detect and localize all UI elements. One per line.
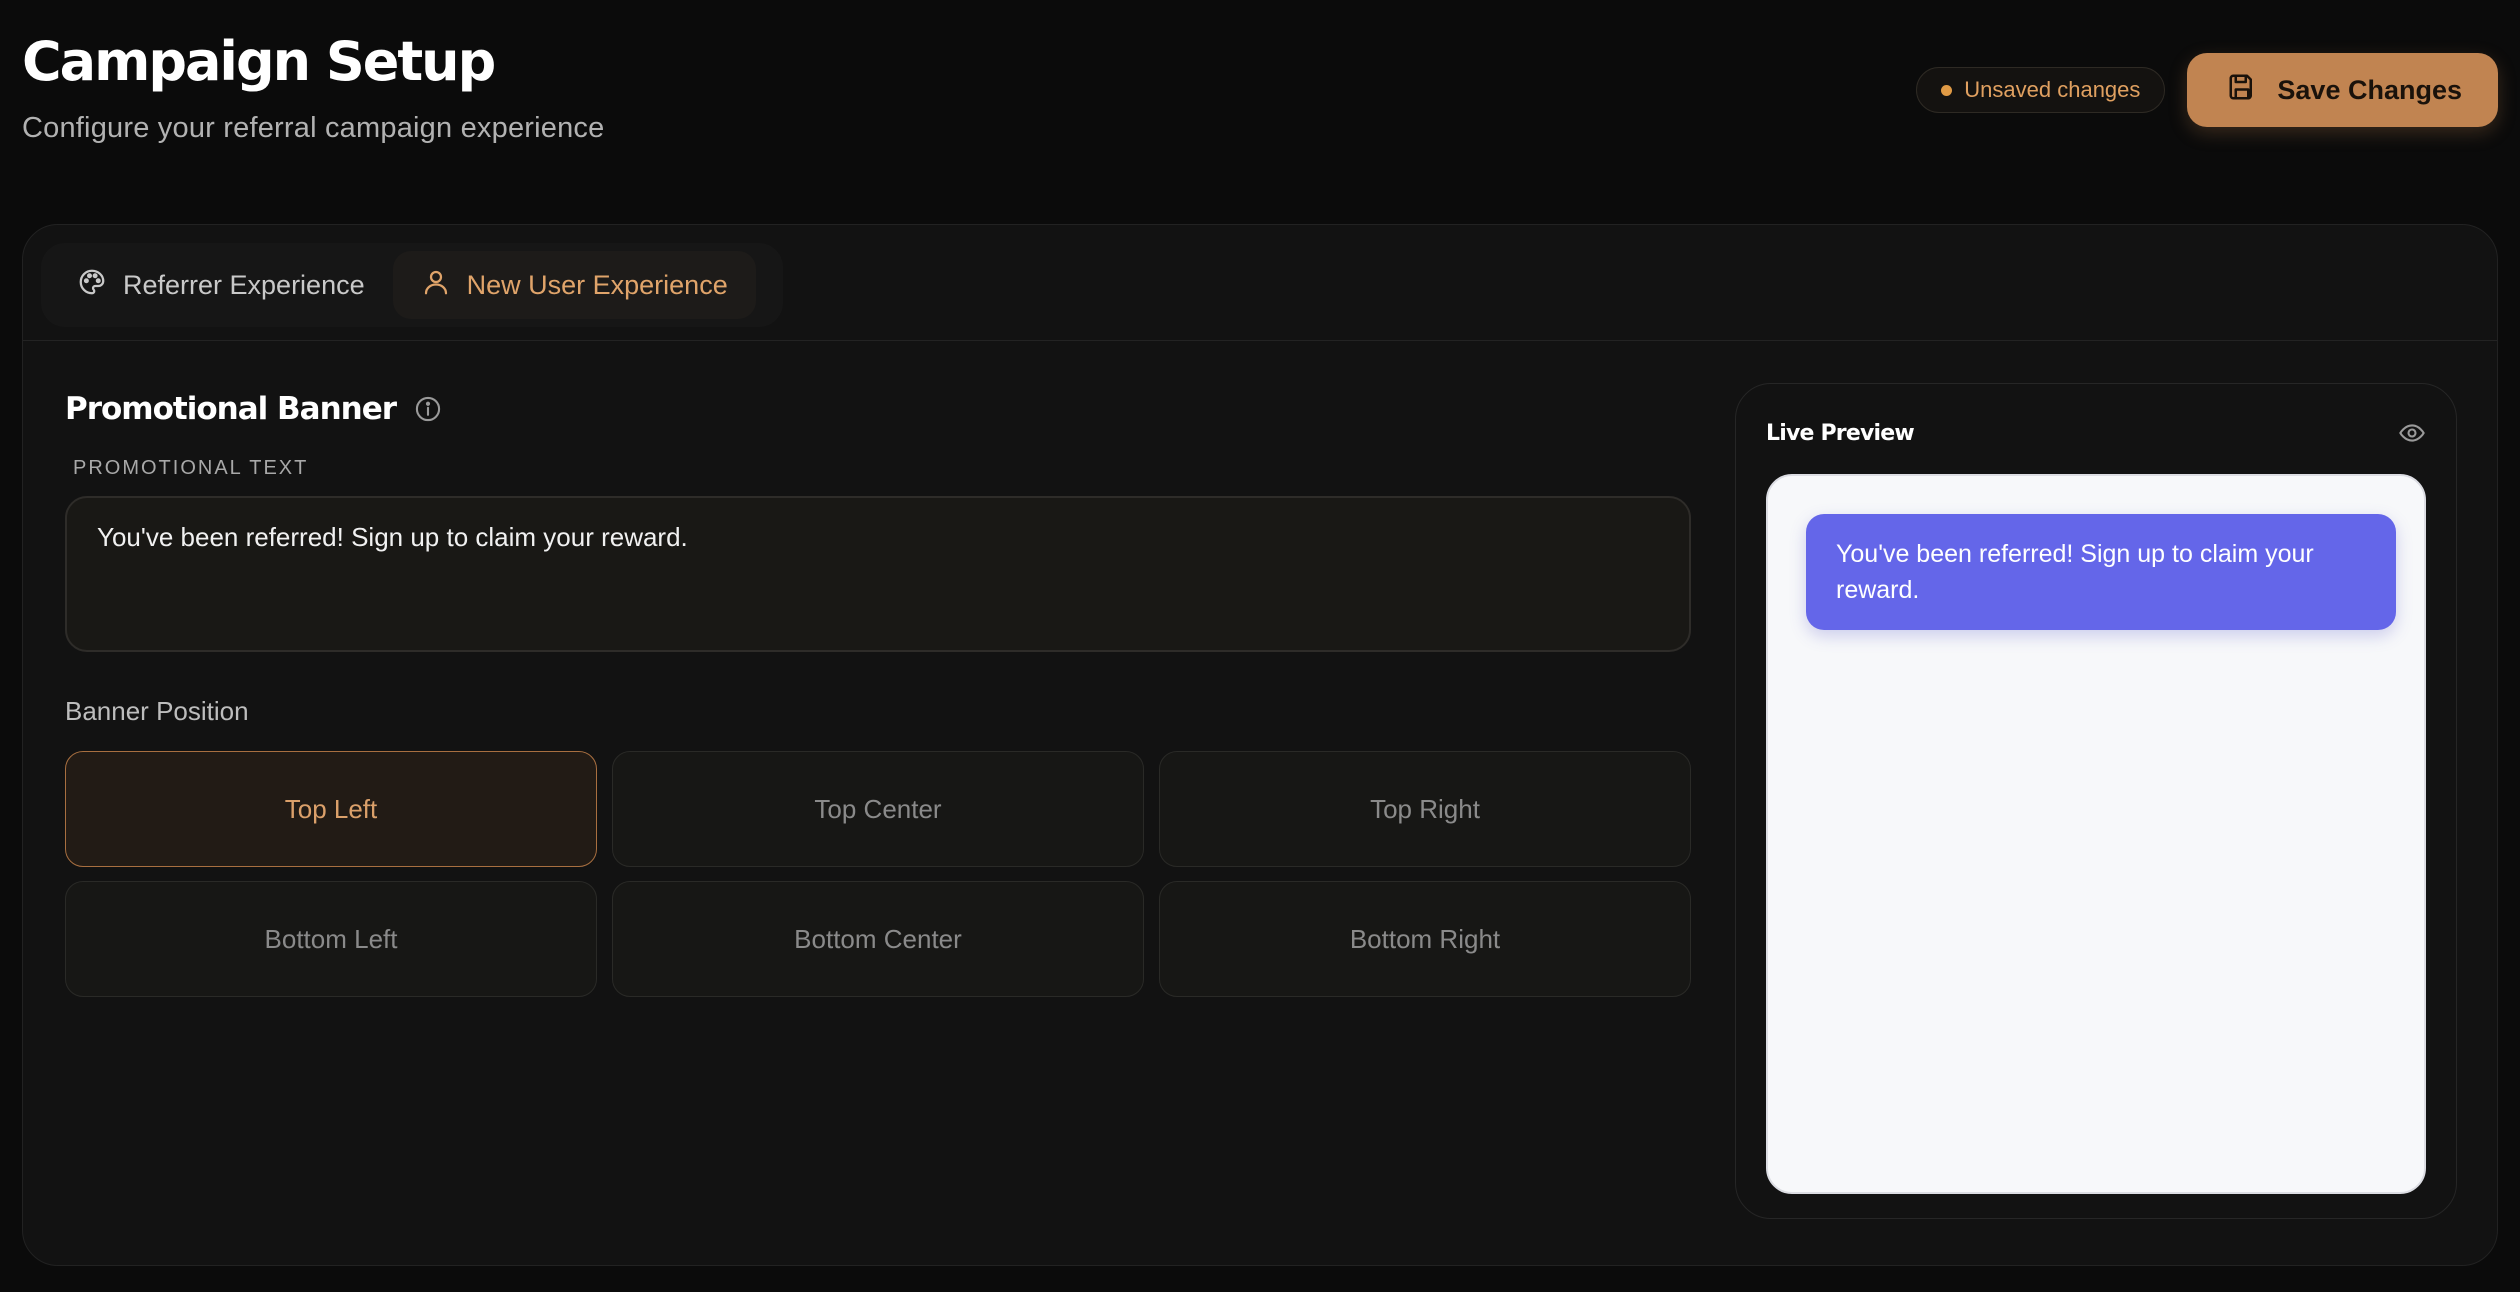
experience-tabs: Referrer Experience New User Experience [41,243,783,327]
preview-title: Live Preview [1766,420,1915,446]
tabs-row: Referrer Experience New User Experience [23,225,2497,341]
eye-icon[interactable] [2398,419,2426,447]
position-bottom-center-button[interactable]: Bottom Center [612,881,1144,997]
position-bottom-left-button[interactable]: Bottom Left [65,881,597,997]
info-icon[interactable] [414,395,442,423]
banner-position-label: Banner Position [65,696,249,726]
banner-position-grid: Top Left Top Center Top Right Bottom Lef… [65,751,1691,997]
tab-referrer-experience[interactable]: Referrer Experience [49,251,393,319]
unsaved-changes-label: Unsaved changes [1964,77,2141,102]
live-preview-panel: Live Preview You've been referred! Sign … [1735,383,2457,1219]
tab-new-user-label: New User Experience [466,269,728,300]
status-dot-icon [1941,84,1953,96]
position-top-right-button[interactable]: Top Right [1159,751,1691,867]
position-bottom-right-button[interactable]: Bottom Right [1159,881,1691,997]
palette-icon [77,267,107,304]
user-icon [421,267,451,304]
save-icon [2227,72,2257,109]
preview-banner: You've been referred! Sign up to claim y… [1806,514,2396,630]
header-actions: Unsaved changes Save Changes [1916,53,2498,127]
campaign-setup-card: Referrer Experience New User Experience … [22,224,2498,1266]
save-changes-button[interactable]: Save Changes [2187,53,2498,127]
preview-header: Live Preview [1766,416,2426,450]
preview-screen: You've been referred! Sign up to claim y… [1766,474,2426,1194]
banner-settings: Promotional Banner PROMOTIONAL TEXT You'… [65,391,1691,997]
position-top-left-button[interactable]: Top Left [65,751,597,867]
position-top-center-button[interactable]: Top Center [612,751,1144,867]
tab-new-user-experience[interactable]: New User Experience [392,251,756,319]
promotional-text-label: PROMOTIONAL TEXT [73,457,309,479]
section-title: Promotional Banner [65,391,397,427]
unsaved-changes-badge: Unsaved changes [1916,67,2166,113]
promotional-text-input[interactable]: You've been referred! Sign up to claim y… [65,496,1691,652]
section-header: Promotional Banner [65,391,1691,427]
tab-referrer-label: Referrer Experience [123,269,365,300]
save-changes-label: Save Changes [2277,74,2462,105]
page-header: Campaign Setup Configure your referral c… [22,30,2498,160]
